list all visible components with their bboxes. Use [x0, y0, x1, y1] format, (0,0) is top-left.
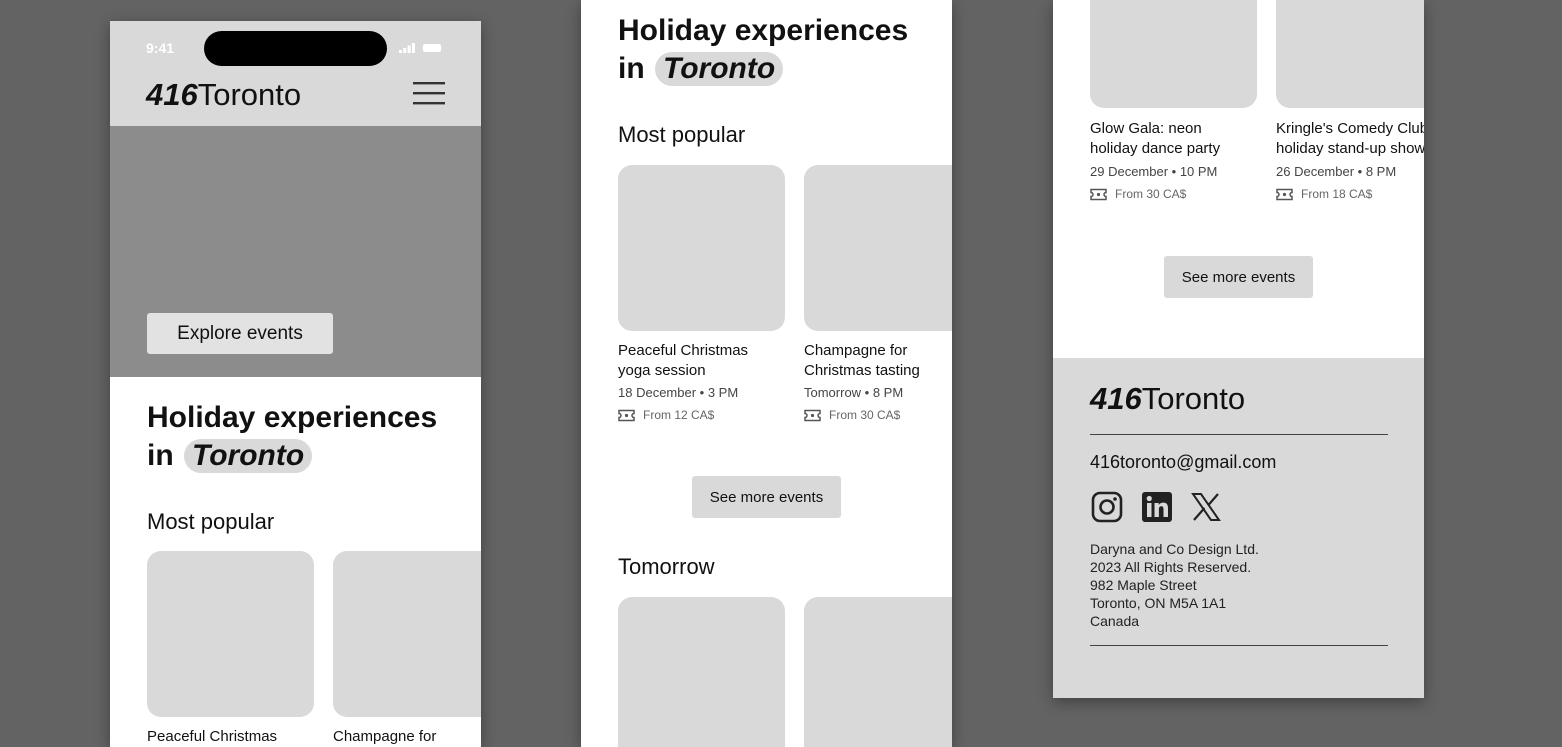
event-image[interactable] — [618, 165, 785, 331]
footer-logo[interactable]: 416Toronto — [1090, 381, 1245, 417]
section-title-most-popular: Most popular — [147, 509, 275, 534]
event-title: Champagne for — [804, 342, 908, 359]
event-card[interactable]: Glow Gala: neon holiday dance party 29 D… — [1090, 119, 1260, 201]
event-title: holiday stand-up show — [1276, 140, 1424, 157]
event-title: Christmas tasting — [804, 362, 920, 379]
home-screen-top: 9:41 416Toronto Explore events Holiday e… — [110, 21, 481, 747]
ticket-icon — [1276, 188, 1293, 200]
event-title[interactable]: Peaceful Christmas — [147, 727, 317, 747]
title-line1: Holiday experiences — [618, 14, 909, 47]
title-line1: Holiday experiences — [147, 401, 438, 434]
event-price: From 18 CA$ — [1276, 187, 1424, 201]
linkedin-icon[interactable] — [1141, 491, 1173, 523]
event-image[interactable] — [333, 551, 481, 717]
page-title: Holiday experiences in Toronto — [147, 399, 437, 475]
city-highlight: Toronto — [184, 439, 313, 473]
footer-divider — [1090, 434, 1388, 435]
event-price: From 30 CA$ — [804, 408, 952, 422]
event-card[interactable]: Kringle's Comedy Club holiday stand-up s… — [1276, 119, 1424, 201]
logo-name: Toronto — [1141, 381, 1246, 416]
event-image[interactable] — [804, 165, 952, 331]
battery-icon — [423, 44, 441, 52]
event-title: Kringle's Comedy Club — [1276, 120, 1424, 137]
hamburger-menu-icon[interactable] — [413, 80, 445, 106]
event-title[interactable]: Champagne for — [333, 727, 481, 747]
event-date: 26 December • 8 PM — [1276, 164, 1397, 179]
dynamic-island — [204, 31, 387, 66]
ticket-icon — [618, 409, 635, 421]
logo-name: Toronto — [197, 77, 302, 112]
logo-number: 416 — [146, 77, 198, 112]
section-title-most-popular: Most popular — [618, 122, 746, 147]
title-line2: in Toronto — [147, 437, 437, 475]
title-line2: in Toronto — [618, 50, 908, 88]
logo[interactable]: 416Toronto — [146, 77, 301, 113]
see-more-events-button[interactable]: See more events — [692, 476, 841, 518]
event-image[interactable] — [1276, 0, 1424, 108]
event-title: Peaceful Christmas — [618, 342, 749, 359]
event-title: Glow Gala: neon — [1090, 120, 1202, 137]
event-title: yoga session — [618, 362, 706, 379]
event-title: holiday dance party — [1090, 140, 1221, 157]
event-date: Tomorrow • 8 PM — [804, 385, 904, 400]
page-title: Holiday experiences in Toronto — [618, 12, 908, 88]
event-price: From 12 CA$ — [618, 408, 788, 422]
section-title-tomorrow: Tomorrow — [618, 554, 715, 579]
footer-legal: Daryna and Co Design Ltd. 2023 All Right… — [1090, 541, 1259, 629]
event-image[interactable] — [1090, 0, 1257, 108]
footer-divider — [1090, 645, 1388, 646]
x-icon[interactable] — [1190, 491, 1222, 523]
event-card[interactable]: Peaceful Christmas yoga session 18 Decem… — [618, 341, 788, 422]
event-card[interactable]: Champagne for Christmas tasting Tomorrow… — [804, 341, 952, 422]
event-image[interactable] — [804, 597, 952, 747]
see-more-events-button[interactable]: See more events — [1164, 256, 1313, 298]
ticket-icon — [1090, 188, 1107, 200]
event-image[interactable] — [618, 597, 785, 747]
instagram-icon[interactable] — [1091, 491, 1123, 523]
signal-icon — [399, 43, 415, 53]
explore-events-button[interactable]: Explore events — [147, 313, 333, 354]
event-image[interactable] — [147, 551, 314, 717]
ticket-icon — [804, 409, 821, 421]
status-time: 9:41 — [146, 40, 175, 56]
event-date: 18 December • 3 PM — [618, 385, 739, 400]
home-screen-bottom: Glow Gala: neon holiday dance party 29 D… — [1053, 0, 1424, 698]
footer-email[interactable]: 416toronto@gmail.com — [1090, 452, 1276, 473]
event-price: From 30 CA$ — [1090, 187, 1260, 201]
event-date: 29 December • 10 PM — [1090, 164, 1218, 179]
home-screen-middle: Holiday experiences in Toronto Most popu… — [581, 0, 952, 747]
city-highlight: Toronto — [655, 52, 784, 86]
logo-number: 416 — [1090, 381, 1142, 416]
